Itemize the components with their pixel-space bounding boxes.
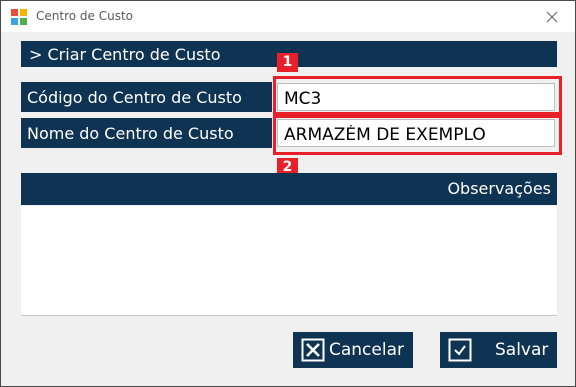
highlight-box-code [273, 76, 562, 115]
name-label: Nome do Centro de Custo [27, 124, 234, 143]
x-box-icon [301, 338, 325, 362]
name-label-cell: Nome do Centro de Custo [21, 118, 272, 148]
code-label: Código do Centro de Custo [27, 88, 242, 107]
notes-header: Observações [21, 173, 557, 205]
section-title: > Criar Centro de Custo [29, 45, 221, 64]
save-button[interactable]: Salvar [440, 332, 557, 368]
save-label: Salvar [495, 340, 549, 360]
window-title: Centro de Custo [36, 9, 133, 23]
annotation-badge-1: 1 [277, 53, 298, 72]
cancel-label: Cancelar [329, 340, 404, 360]
close-icon [546, 11, 558, 23]
close-button[interactable] [529, 1, 575, 32]
title-bar: Centro de Custo [1, 1, 575, 32]
dialog-window: Centro de Custo > Criar Centro de Custo … [0, 0, 576, 387]
highlight-box-name [273, 115, 562, 155]
code-label-cell: Código do Centro de Custo [21, 82, 272, 112]
cancel-button[interactable]: Cancelar [293, 332, 413, 368]
notes-textarea[interactable] [21, 206, 557, 316]
check-box-icon [448, 338, 472, 362]
app-logo-icon [11, 9, 27, 25]
notes-label: Observações [447, 179, 551, 198]
